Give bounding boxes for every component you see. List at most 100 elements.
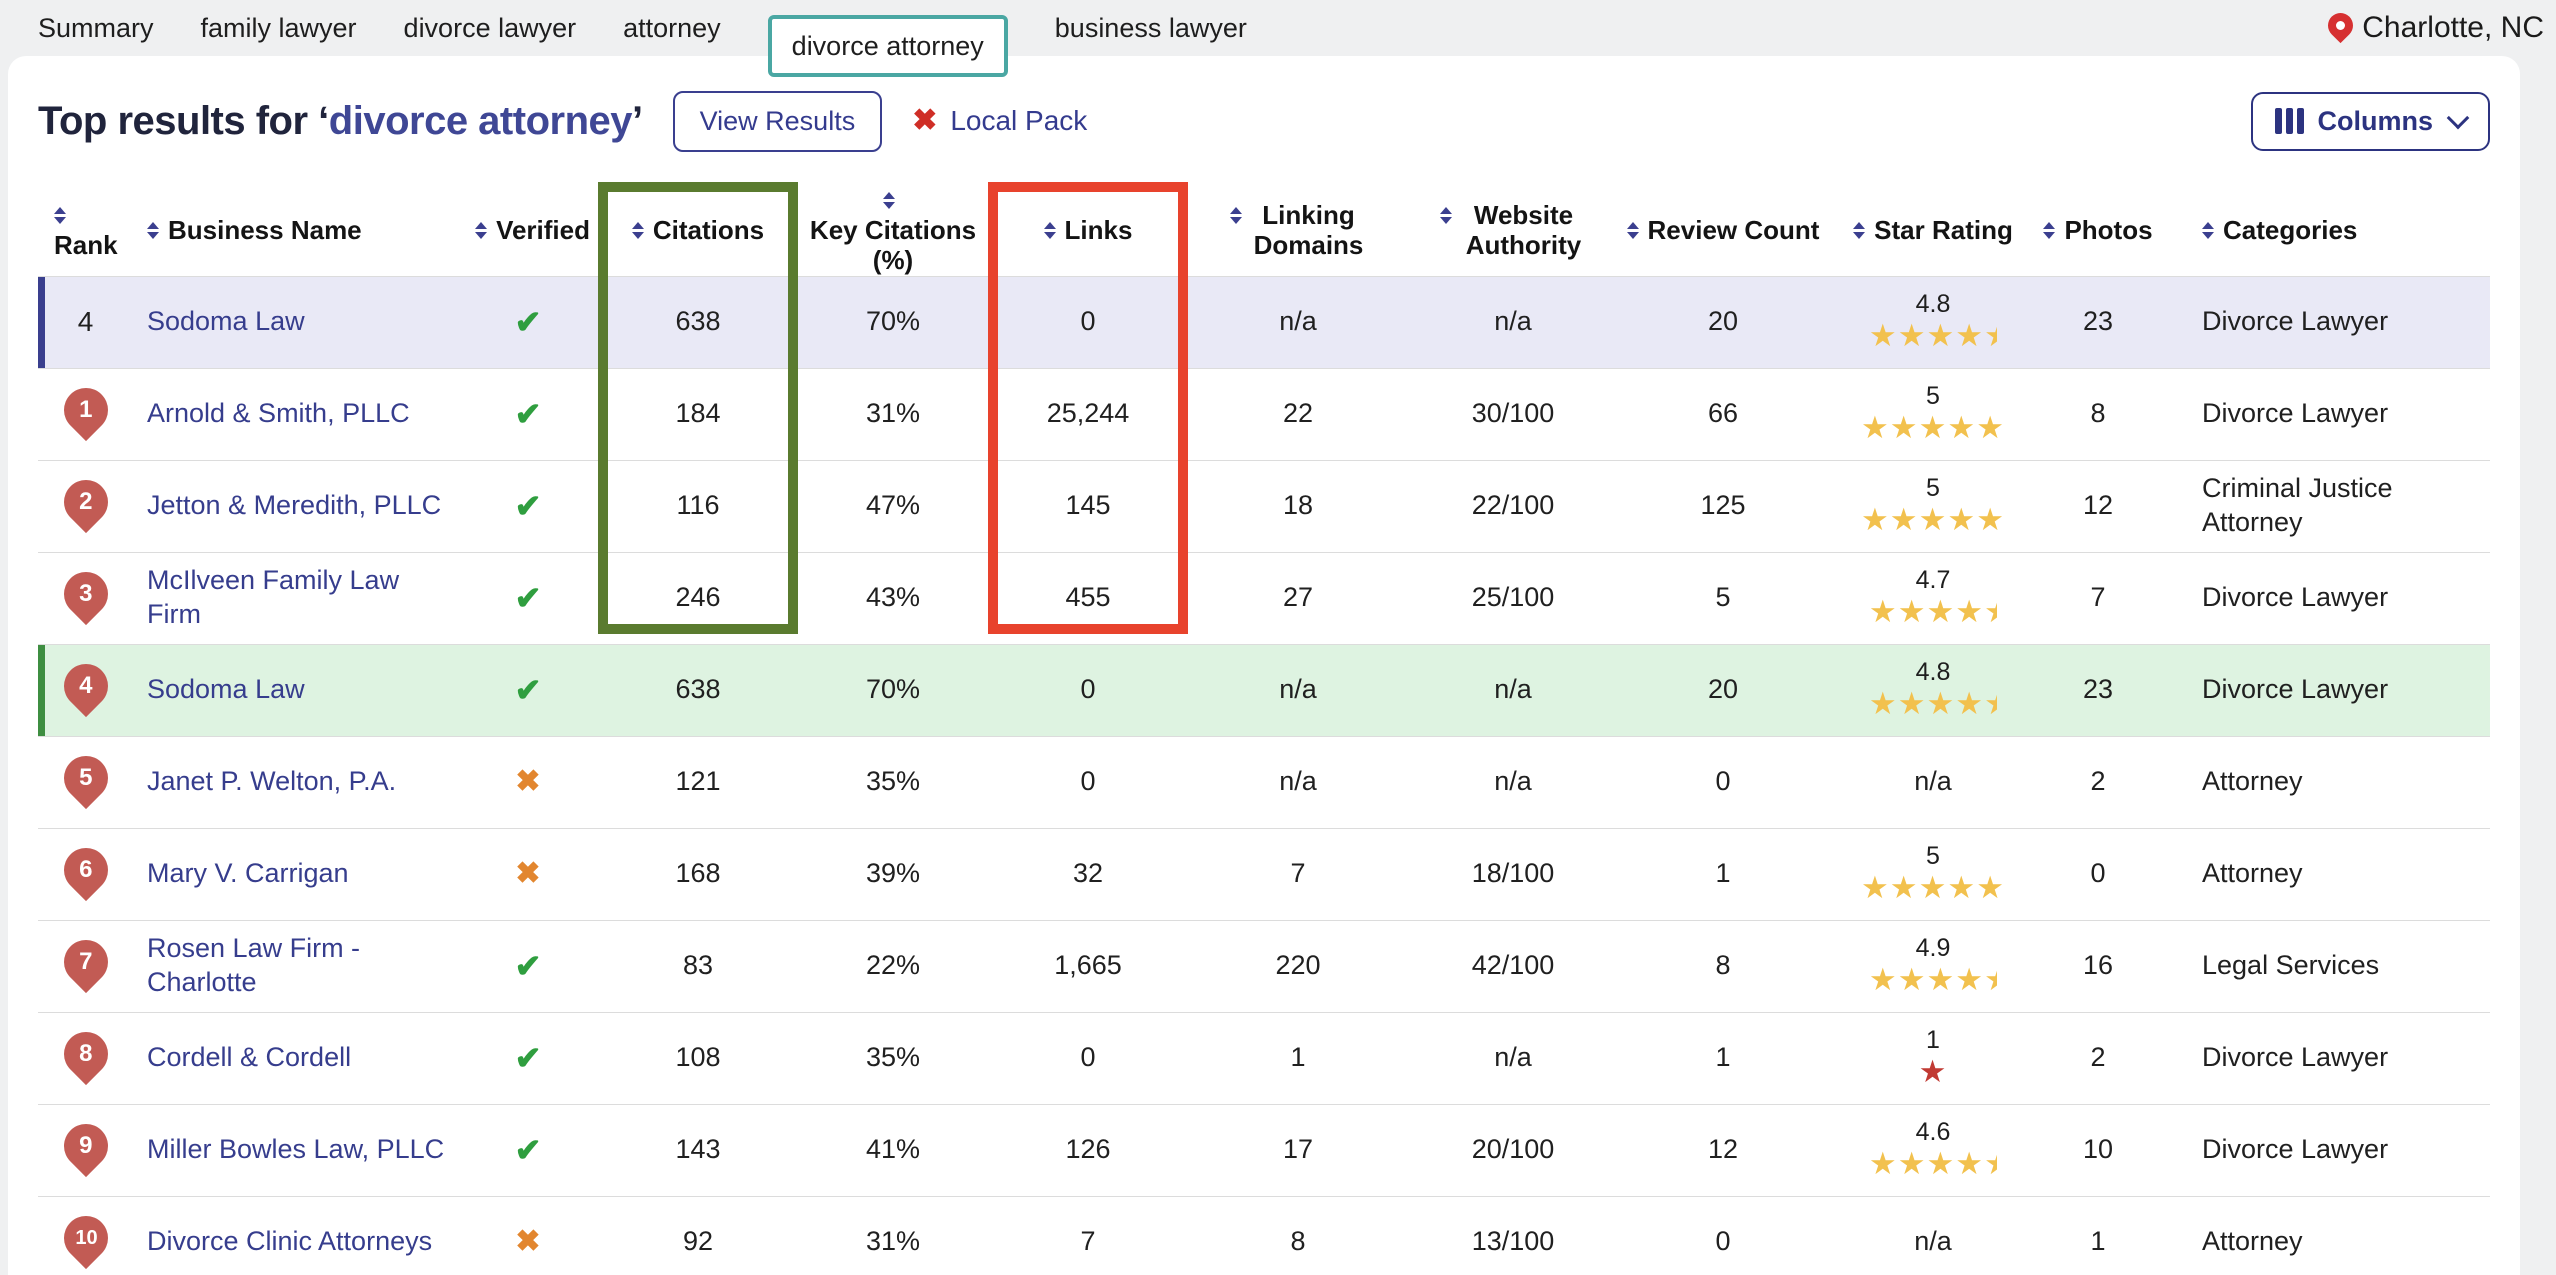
star-icon: ★ xyxy=(1955,318,1984,353)
local-pack-legend[interactable]: ✖ Local Pack xyxy=(912,105,1087,137)
column-header-photos[interactable]: Photos xyxy=(2038,186,2158,276)
key_citations-cell: 31% xyxy=(798,1196,988,1275)
star-icon: ★ xyxy=(1869,962,1898,997)
sort-icon xyxy=(147,222,159,239)
column-header-rank[interactable]: Rank xyxy=(38,186,133,276)
tab-family-lawyer[interactable]: family lawyer xyxy=(201,0,357,56)
column-header-citations[interactable]: Citations xyxy=(598,186,798,276)
star-icon: ★ xyxy=(1955,686,1984,721)
review_count-cell: 8 xyxy=(1618,920,1828,1012)
rank-number: 6 xyxy=(79,855,92,885)
linking_domains-cell: 17 xyxy=(1188,1104,1408,1196)
star-icon: ★ xyxy=(1926,686,1955,721)
column-header-review_count[interactable]: Review Count xyxy=(1618,186,1828,276)
rank-number: 2 xyxy=(79,487,92,517)
column-header-rating[interactable]: Star Rating xyxy=(1828,186,2038,276)
column-header-name[interactable]: Business Name xyxy=(133,186,458,276)
sort-icon xyxy=(1044,222,1056,239)
business-name-link[interactable]: Divorce Clinic Attorneys xyxy=(147,1226,432,1256)
business-name-link[interactable]: Sodoma Law xyxy=(147,674,305,704)
linking_domains-cell: 220 xyxy=(1188,920,1408,1012)
verified-check-icon: ✔ xyxy=(515,304,542,340)
column-header-website_authority[interactable]: Website Authority xyxy=(1408,186,1618,276)
key_citations-cell: 35% xyxy=(798,1012,988,1104)
star-icon: ★ xyxy=(1898,594,1927,629)
rank-number: 9 xyxy=(79,1131,92,1161)
citations-cell: 92 xyxy=(598,1196,798,1275)
categories-cell: Attorney xyxy=(2158,828,2490,920)
sort-icon xyxy=(1627,222,1639,239)
key_citations-cell: 39% xyxy=(798,828,988,920)
star-rating-stars: ★★★★★ xyxy=(1828,410,2038,445)
tab-business-lawyer[interactable]: business lawyer xyxy=(1055,0,1247,56)
rank-pin-icon: 4 xyxy=(54,655,116,717)
business-name-link[interactable]: Janet P. Welton, P.A. xyxy=(147,766,396,796)
linking_domains-cell: 1 xyxy=(1188,1012,1408,1104)
columns-icon xyxy=(2275,108,2304,134)
verified-check-icon: ✔ xyxy=(515,396,542,432)
citations-cell: 184 xyxy=(598,368,798,460)
column-header-links[interactable]: Links xyxy=(988,186,1188,276)
categories-cell: Divorce Lawyer xyxy=(2158,368,2490,460)
table-row: 3McIlveen Family Law Firm✔24643%4552725/… xyxy=(38,552,2490,644)
categories-cell: Attorney xyxy=(2158,736,2490,828)
column-header-verified[interactable]: Verified xyxy=(458,186,598,276)
citations-cell: 116 xyxy=(598,460,798,552)
verified-check-icon: ✔ xyxy=(515,1040,542,1076)
photos-cell: 2 xyxy=(2038,736,2158,828)
column-header-label: Photos xyxy=(2064,216,2152,246)
business-name-link[interactable]: Miller Bowles Law, PLLC xyxy=(147,1134,444,1164)
key_citations-cell: 41% xyxy=(798,1104,988,1196)
column-header-categories[interactable]: Categories xyxy=(2158,186,2490,276)
business-name-link[interactable]: Arnold & Smith, PLLC xyxy=(147,398,410,428)
view-results-button[interactable]: View Results xyxy=(673,91,883,152)
links-cell: 0 xyxy=(988,736,1188,828)
results-card: Top results for ‘divorce attorney’ View … xyxy=(8,56,2520,1275)
photos-cell: 23 xyxy=(2038,644,2158,736)
table-row: 7Rosen Law Firm - Charlotte✔8322%1,66522… xyxy=(38,920,2490,1012)
not-verified-x-icon: ✖ xyxy=(515,1225,540,1258)
verified-check-icon: ✔ xyxy=(515,948,542,984)
star-icon: ★ xyxy=(1926,594,1955,629)
half-star-icon: ★ xyxy=(1984,1146,1997,1181)
photos-cell: 23 xyxy=(2038,276,2158,368)
tab-divorce-lawyer[interactable]: divorce lawyer xyxy=(404,0,577,56)
tab-attorney[interactable]: attorney xyxy=(623,0,721,56)
tab-divorce-attorney[interactable]: divorce attorney xyxy=(768,15,1008,77)
tab-summary[interactable]: Summary xyxy=(38,0,154,56)
star-icon: ★ xyxy=(1869,318,1898,353)
review_count-cell: 12 xyxy=(1618,1104,1828,1196)
columns-button[interactable]: Columns xyxy=(2251,92,2490,151)
citations-cell: 638 xyxy=(598,276,798,368)
sort-icon xyxy=(883,192,895,209)
business-name-link[interactable]: Sodoma Law xyxy=(147,306,305,336)
star-icon: ★ xyxy=(1976,502,2005,537)
review_count-cell: 66 xyxy=(1618,368,1828,460)
sort-icon xyxy=(2043,222,2055,239)
star-icon: ★ xyxy=(1890,410,1919,445)
key_citations-cell: 70% xyxy=(798,276,988,368)
table-row: 9Miller Bowles Law, PLLC✔14341%1261720/1… xyxy=(38,1104,2490,1196)
star-icon: ★ xyxy=(1947,410,1976,445)
business-name-link[interactable]: Mary V. Carrigan xyxy=(147,858,349,888)
star-icon: ★ xyxy=(1898,1146,1927,1181)
star-rating-value: 5 xyxy=(1828,843,2038,870)
business-name-link[interactable]: Jetton & Meredith, PLLC xyxy=(147,490,441,520)
categories-cell: Divorce Lawyer xyxy=(2158,1104,2490,1196)
column-header-key_citations[interactable]: Key Citations (%) xyxy=(798,186,988,276)
business-name-link[interactable]: McIlveen Family Law Firm xyxy=(147,565,399,629)
business-name-link[interactable]: Rosen Law Firm - Charlotte xyxy=(147,933,360,997)
key_citations-cell: 47% xyxy=(798,460,988,552)
star-icon: ★ xyxy=(1926,318,1955,353)
verified-check-icon: ✔ xyxy=(515,1132,542,1168)
star-rating-stars: ★★★★★ xyxy=(1828,870,2038,905)
column-header-label: Linking Domains xyxy=(1251,201,1366,261)
website_authority-cell: 25/100 xyxy=(1408,552,1618,644)
linking_domains-cell: 7 xyxy=(1188,828,1408,920)
tabs: Summary family lawyer divorce lawyer attorn… xyxy=(0,0,1247,77)
sort-icon xyxy=(54,207,66,224)
business-name-link[interactable]: Cordell & Cordell xyxy=(147,1042,351,1072)
rank-number: 7 xyxy=(79,947,92,977)
citations-cell: 246 xyxy=(598,552,798,644)
column-header-linking_domains[interactable]: Linking Domains xyxy=(1188,186,1408,276)
